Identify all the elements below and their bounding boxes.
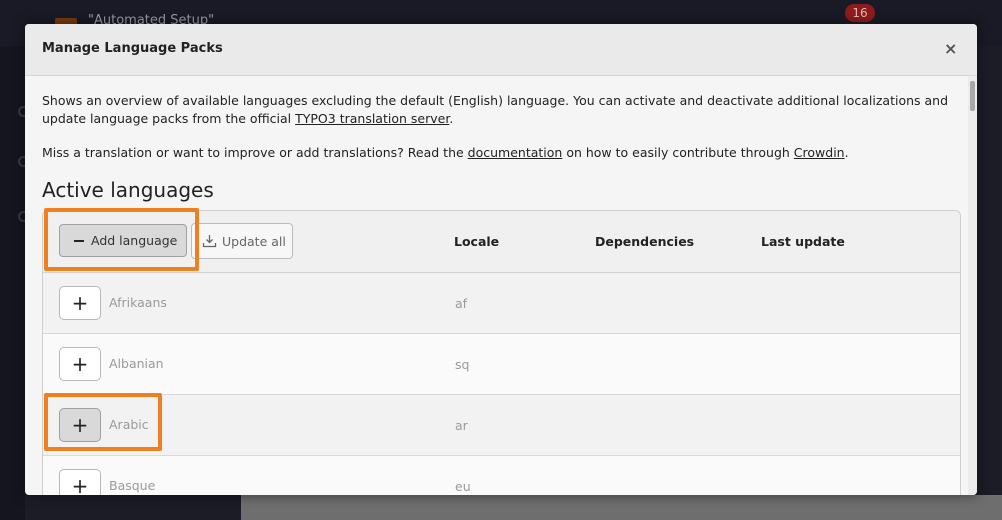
notification-badge: 16 <box>845 4 875 22</box>
column-last-update: Last update <box>761 234 845 249</box>
update-all-button[interactable]: Update all <box>191 223 293 259</box>
activate-language-button[interactable]: + <box>59 469 101 495</box>
backend-content <box>241 495 1002 520</box>
language-name: Albanian <box>109 356 164 371</box>
scrollbar-thumb[interactable] <box>970 81 975 111</box>
language-packs-modal: Manage Language Packs × Shows an overvie… <box>25 24 977 495</box>
update-all-label: Update all <box>222 233 286 249</box>
add-language-label: Add language <box>91 233 178 248</box>
close-button[interactable]: × <box>944 39 957 58</box>
activate-language-button[interactable]: + <box>59 408 101 442</box>
activate-language-button[interactable]: + <box>59 286 101 320</box>
language-row: + Afrikaans af <box>43 273 960 334</box>
modal-body: Shows an overview of available languages… <box>25 76 977 495</box>
translation-server-link[interactable]: TYPO3 translation server <box>295 111 449 126</box>
language-name: Afrikaans <box>109 295 167 310</box>
add-language-button[interactable]: Add language <box>59 224 187 257</box>
language-locale: eu <box>455 479 471 494</box>
intro-text: Shows an overview of available languages… <box>42 93 949 126</box>
language-locale: ar <box>455 418 468 433</box>
minus-icon <box>74 239 84 242</box>
table-header: Add language Update all Locale Dependenc… <box>43 211 960 273</box>
download-icon <box>202 235 217 248</box>
language-name: Arabic <box>109 417 149 432</box>
language-row: + Arabic ar <box>43 395 960 456</box>
languages-table: Add language Update all Locale Dependenc… <box>42 210 961 495</box>
activate-language-button[interactable]: + <box>59 347 101 381</box>
modal-header: Manage Language Packs × <box>25 24 977 76</box>
language-row: + Basque eu <box>43 456 960 495</box>
modal-title: Manage Language Packs <box>42 41 223 56</box>
language-locale: af <box>455 296 468 311</box>
column-dependencies: Dependencies <box>595 234 695 249</box>
help-text: Miss a translation or want to improve or… <box>42 145 849 160</box>
language-row: + Albanian sq <box>43 334 960 395</box>
language-locale: sq <box>455 357 470 372</box>
language-name: Basque <box>109 478 156 493</box>
backend-sidebar <box>0 46 29 520</box>
modal-scrollbar[interactable] <box>968 76 977 495</box>
crowdin-link[interactable]: Crowdin <box>794 145 845 160</box>
column-locale: Locale <box>454 234 500 249</box>
documentation-link[interactable]: documentation <box>468 145 563 160</box>
section-title: Active languages <box>42 178 214 202</box>
